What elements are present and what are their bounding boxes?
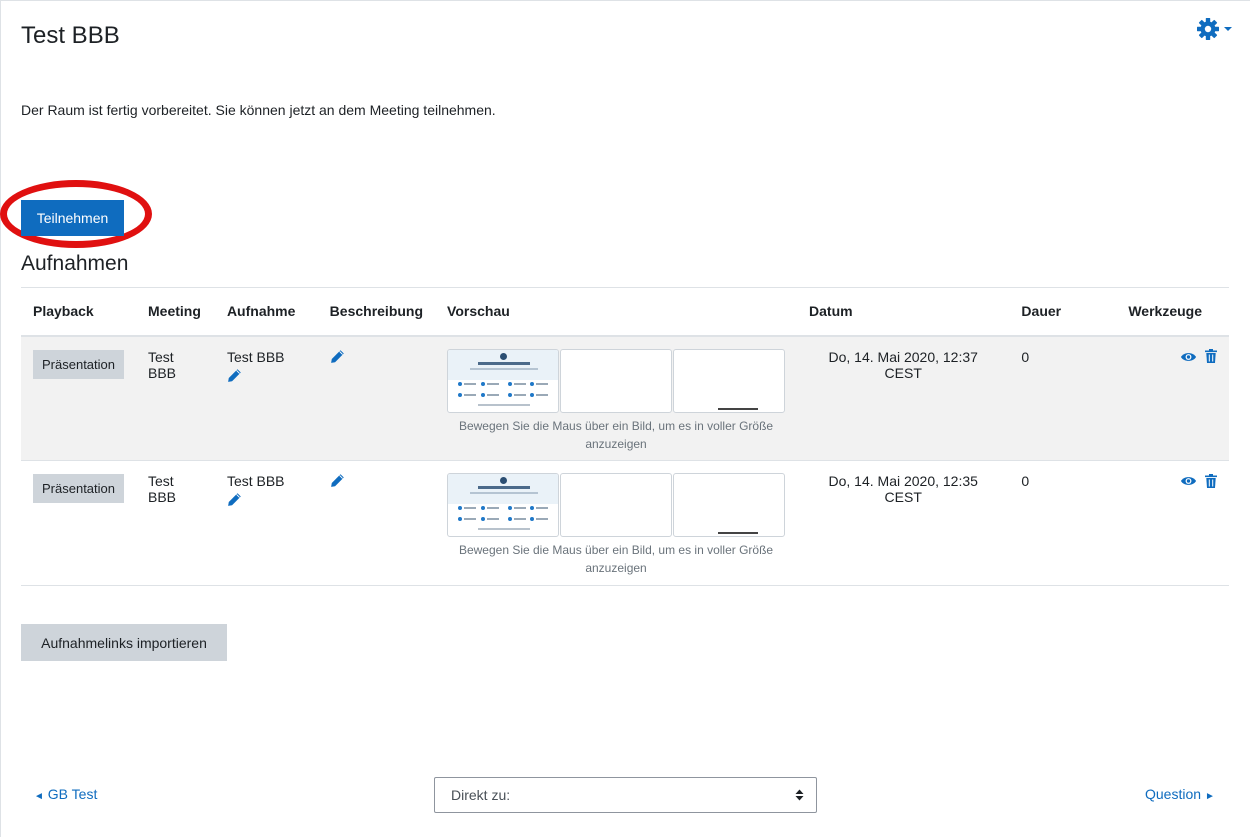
- column-header-playback: Playback: [21, 287, 136, 337]
- description-cell: [317, 460, 436, 586]
- preview-hint: Bewegen Sie die Maus über ein Bild, um e…: [458, 418, 774, 451]
- meeting-cell: Test BBB: [136, 460, 215, 586]
- next-activity-link[interactable]: Question ►: [1145, 786, 1215, 802]
- preview-thumbnail-3[interactable]: [673, 348, 786, 413]
- edit-recording-name-button[interactable]: [227, 492, 242, 510]
- view-recording-button[interactable]: [1180, 474, 1197, 490]
- pencil-icon: [228, 368, 241, 382]
- preview-cell: Bewegen Sie die Maus über ein Bild, um e…: [435, 460, 798, 586]
- edit-description-button[interactable]: [330, 473, 345, 491]
- join-button[interactable]: Teilnehmen: [21, 200, 124, 236]
- recording-cell: Test BBB: [214, 460, 318, 586]
- page-title: Test BBB: [21, 22, 120, 49]
- caret-down-icon: [1224, 27, 1232, 31]
- table-row: Präsentation Test BBB Test BBB Bewegen S…: [21, 460, 1229, 586]
- table-row: Präsentation Test BBB Test BBB Bewegen S…: [21, 335, 1229, 461]
- join-button-area: Teilnehmen: [0, 180, 155, 252]
- column-header-date: Datum: [797, 287, 1010, 337]
- recording-name: Test BBB: [226, 348, 285, 365]
- previous-activity-link[interactable]: ◄ GB Test: [34, 786, 97, 802]
- preview-cell: Bewegen Sie die Maus über ein Bild, um e…: [435, 335, 798, 461]
- date-cell: Do, 14. Mai 2020, 12:35 CEST: [797, 460, 1010, 586]
- eye-icon: [1181, 352, 1197, 361]
- arrow-right-icon: ►: [1204, 791, 1215, 802]
- tools-cell: [1116, 335, 1229, 461]
- edit-description-button[interactable]: [330, 349, 345, 367]
- delete-recording-button[interactable]: [1205, 349, 1217, 366]
- trash-icon: [1205, 349, 1217, 364]
- previous-activity-label: GB Test: [47, 786, 98, 802]
- jump-to-label: Direkt zu:: [451, 787, 511, 803]
- meeting-cell: Test BBB: [136, 335, 215, 461]
- column-header-recording: Aufnahme: [214, 287, 318, 337]
- column-header-duration: Dauer: [1009, 287, 1117, 337]
- trash-icon: [1205, 473, 1217, 488]
- gear-icon: [1197, 18, 1219, 40]
- table-header-row: Playback Meeting Aufnahme Beschreibung V…: [21, 287, 1229, 337]
- select-arrows-icon: [795, 789, 804, 801]
- eye-icon: [1181, 477, 1197, 486]
- preview-thumbnail-2[interactable]: [560, 348, 673, 413]
- date-cell: Do, 14. Mai 2020, 12:37 CEST: [797, 335, 1010, 461]
- playback-presentation-button[interactable]: Präsentation: [33, 474, 124, 503]
- arrow-left-icon: ◄: [34, 791, 44, 802]
- playback-presentation-button[interactable]: Präsentation: [33, 349, 124, 379]
- preview-thumbnail-2[interactable]: [560, 473, 673, 537]
- preview-hint: Bewegen Sie die Maus über ein Bild, um e…: [458, 543, 774, 575]
- jump-to-select[interactable]: Direkt zu:: [434, 777, 817, 813]
- pencil-icon: [330, 350, 344, 363]
- recording-name: Test BBB: [226, 473, 285, 489]
- description-cell: [317, 335, 436, 461]
- preview-thumbnails: [447, 473, 786, 537]
- settings-menu[interactable]: [1196, 16, 1240, 42]
- next-activity-label: Question: [1145, 786, 1202, 802]
- column-header-tools: Werkzeuge: [1116, 287, 1229, 337]
- duration-cell: 0: [1009, 460, 1117, 586]
- recordings-table: Playback Meeting Aufnahme Beschreibung V…: [21, 287, 1229, 586]
- tools-cell: [1116, 460, 1229, 586]
- room-status-message: Der Raum ist fertig vorbereitet. Sie kön…: [21, 102, 496, 118]
- duration-cell: 0: [1009, 335, 1117, 461]
- preview-thumbnails: [447, 348, 786, 413]
- recordings-heading: Aufnahmen: [21, 252, 129, 275]
- preview-thumbnail-1[interactable]: [447, 348, 560, 413]
- recording-cell: Test BBB: [214, 335, 318, 461]
- edit-recording-name-button[interactable]: [227, 368, 242, 386]
- delete-recording-button[interactable]: [1205, 473, 1217, 491]
- column-header-description: Beschreibung: [317, 287, 436, 337]
- pencil-icon: [228, 493, 241, 506]
- pencil-icon: [330, 474, 344, 488]
- preview-thumbnail-1[interactable]: [447, 473, 560, 537]
- import-recording-links-button[interactable]: Aufnahmelinks importieren: [21, 624, 227, 661]
- preview-thumbnail-3[interactable]: [673, 473, 786, 537]
- column-header-meeting: Meeting: [136, 287, 215, 337]
- view-recording-button[interactable]: [1180, 350, 1197, 366]
- column-header-preview: Vorschau: [435, 287, 798, 337]
